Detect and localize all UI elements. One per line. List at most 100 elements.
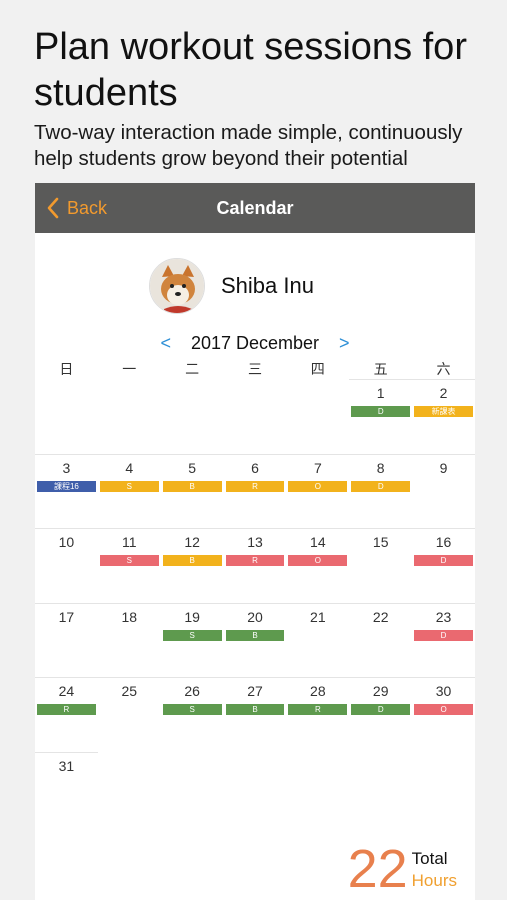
calendar-day-cell[interactable]: 1D	[349, 379, 413, 454]
month-label: 2017 December	[190, 332, 320, 353]
day-number: 20	[247, 608, 263, 625]
calendar-day-cell[interactable]: 27 B	[223, 677, 287, 752]
day-number: 23	[435, 608, 452, 625]
day-number: 3	[62, 459, 71, 476]
session-tag[interactable]: 課程16	[37, 480, 96, 492]
day-number: 17	[58, 608, 75, 625]
session-tag[interactable]: D	[351, 406, 411, 417]
calendar-day-cell[interactable]: 6R	[223, 453, 287, 529]
session-tag[interactable]: R	[37, 704, 96, 715]
day-number: 6	[251, 459, 259, 476]
calendar-day-cell[interactable]: 20 B	[223, 602, 287, 678]
app-screen: Back Calendar Shiba Inu < 2017 December …	[35, 183, 475, 900]
session-tag[interactable]: S	[162, 704, 222, 715]
calendar-week: 31	[35, 751, 475, 827]
session-tag[interactable]: O	[288, 555, 348, 566]
calendar-day-cell[interactable]: 31	[35, 751, 98, 827]
day-number: 21	[310, 608, 326, 625]
session-tag[interactable]: R	[288, 704, 348, 715]
calendar-day-cell[interactable]: 28 R	[286, 677, 350, 752]
day-number: 24	[58, 683, 75, 699]
day-number: 19	[184, 608, 200, 625]
day-number: 8	[376, 459, 385, 476]
session-tag[interactable]: S	[162, 629, 222, 641]
calendar-day-cell[interactable]: 29 D	[349, 677, 413, 752]
session-tag[interactable]: O	[288, 480, 348, 492]
calendar-day-cell[interactable]: 3 課程16	[35, 453, 98, 529]
calendar-day-cell[interactable]: 12 B	[160, 528, 224, 603]
weekday-label: 二	[185, 361, 200, 377]
calendar-day-cell[interactable]: 26 S	[160, 677, 224, 752]
day-number: 2	[439, 385, 448, 401]
day-number: 25	[121, 683, 138, 699]
calendar-day-cell[interactable]: 19 S	[160, 602, 224, 678]
day-number: 26	[184, 683, 200, 699]
day-number: 22	[372, 608, 389, 625]
session-tag[interactable]: B	[225, 629, 285, 641]
calendar-day-cell[interactable]: 23 D	[412, 602, 475, 678]
calendar-day-cell[interactable]: 2 新課表	[412, 379, 475, 454]
day-number: 1	[376, 385, 385, 401]
navbar: Back Calendar	[35, 183, 475, 233]
calendar-day-cell[interactable]: 8D	[349, 453, 413, 529]
page-title: Calendar	[216, 198, 294, 218]
day-number: 4	[125, 459, 134, 476]
session-tag[interactable]: R	[225, 555, 285, 566]
month-navigation: < 2017 December >	[35, 331, 475, 355]
calendar-day-cell[interactable]: 5B	[160, 453, 224, 529]
session-tag[interactable]: B	[162, 480, 222, 492]
session-tag[interactable]: 新課表	[414, 406, 473, 417]
session-tag[interactable]: S	[99, 555, 159, 566]
next-month-button[interactable]: >	[327, 333, 362, 354]
calendar-day-cell[interactable]: 25	[97, 677, 161, 752]
day-number: 28	[310, 683, 326, 699]
calendar-day-cell[interactable]: 18	[97, 602, 161, 678]
calendar-day-cell[interactable]: 13 R	[223, 528, 287, 603]
calendar-day-cell[interactable]: 30 O	[412, 677, 475, 752]
total-hours: 22 Total Hours	[347, 839, 457, 899]
session-tag[interactable]: O	[414, 704, 473, 715]
session-tag[interactable]: D	[414, 629, 473, 641]
calendar-grid: 1 D 2 新課表 3 課程16 4 S 5 B 6 R 7 O 8 D 9 10 11 S 12 B 13 R 14 O 15 16…	[35, 379, 475, 826]
session-tag[interactable]: B	[225, 704, 285, 715]
day-number: 14	[310, 534, 326, 550]
student-name: Shiba Inu	[221, 273, 314, 298]
day-number: 31	[58, 757, 75, 774]
calendar-day-cell[interactable]: 7O	[286, 453, 350, 529]
day-number: 5	[188, 459, 197, 476]
calendar-day-cell[interactable]: 22	[349, 602, 413, 678]
weekday-label: 五	[373, 361, 388, 377]
session-tag[interactable]: R	[225, 480, 285, 492]
weekday-label: 六	[436, 361, 451, 377]
avatar[interactable]	[149, 258, 205, 314]
session-tag[interactable]: D	[414, 555, 473, 566]
weekday-label: 一	[122, 361, 137, 377]
calendar-day-cell[interactable]: 24 R	[35, 677, 98, 752]
calendar-day-cell[interactable]: 9	[412, 453, 475, 529]
day-number: 9	[439, 459, 448, 476]
calendar-week: 3 課程16 4 S 5 B 6 R 7 O 8 D 9	[35, 453, 475, 529]
session-tag[interactable]: S	[99, 480, 159, 492]
calendar-day-cell[interactable]: 14 O	[286, 528, 350, 603]
total-hours-value: 22	[347, 839, 408, 899]
session-tag[interactable]: D	[351, 704, 411, 715]
calendar-day-cell[interactable]: 11 S	[97, 528, 161, 603]
day-number: 13	[247, 534, 263, 550]
session-tag[interactable]: D	[351, 480, 411, 492]
weekday-label: 四	[310, 361, 325, 377]
calendar-day-cell[interactable]: 10	[35, 528, 98, 603]
calendar-day-cell[interactable]: 16 D	[412, 528, 475, 603]
session-tag[interactable]: B	[162, 555, 222, 566]
weekday-label: 日	[59, 361, 74, 377]
calendar-day-cell[interactable]: 21	[286, 602, 350, 678]
calendar-week: 1 D 2 新課表	[35, 379, 475, 454]
prev-month-button[interactable]: <	[148, 333, 183, 354]
calendar-week: 10 11 S 12 B 13 R 14 O 15 16 D	[35, 528, 475, 603]
day-number: 10	[58, 534, 75, 550]
day-number: 16	[435, 534, 452, 550]
calendar-day-cell[interactable]: 15	[349, 528, 413, 603]
calendar-day-cell[interactable]: 4S	[97, 453, 161, 529]
day-number: 29	[372, 683, 389, 699]
promo-subline: Two-way interaction made simple, continu…	[34, 121, 463, 170]
calendar-day-cell[interactable]: 17	[35, 602, 98, 678]
